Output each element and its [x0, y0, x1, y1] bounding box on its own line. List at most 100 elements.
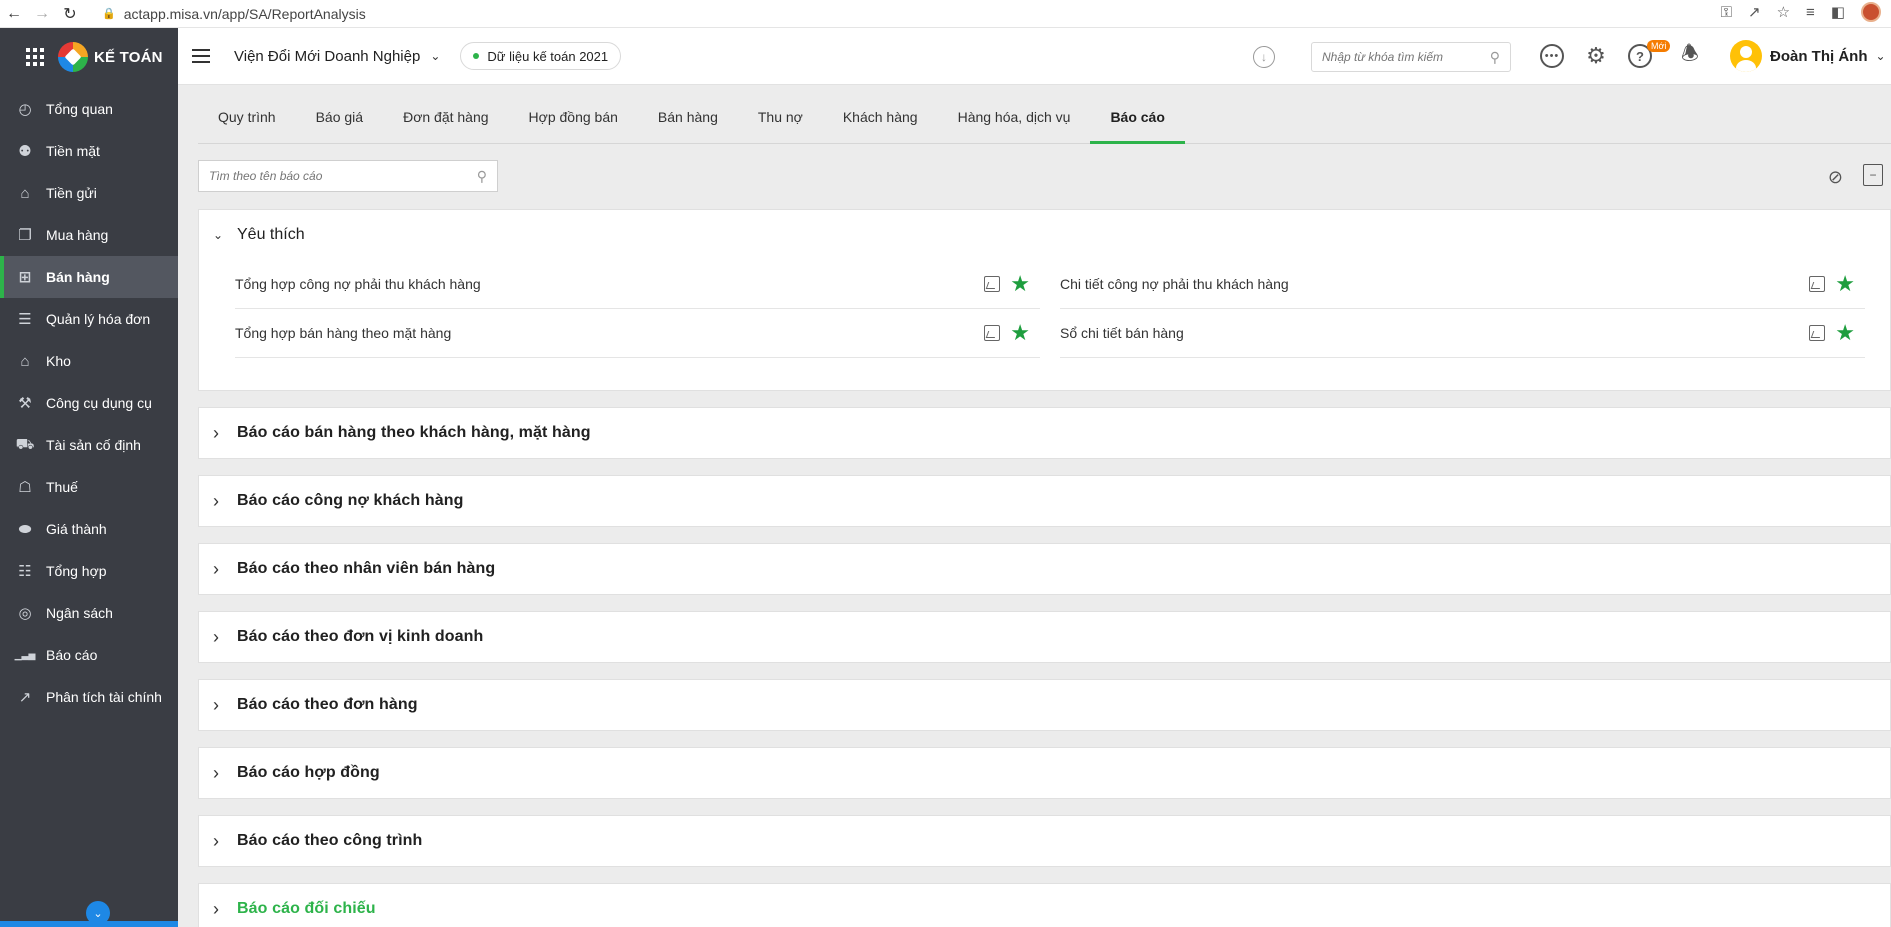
sidebar-item-15[interactable]: ↗ Phân tích tài chính [0, 676, 178, 718]
search-icon[interactable]: ⚲ [477, 168, 487, 185]
report-group-2[interactable]: › Báo cáo công nợ khách hàng [198, 475, 1891, 527]
forward-icon[interactable]: → [28, 0, 56, 28]
sidebar-item-label: Tiền gửi [46, 185, 97, 201]
star-icon[interactable]: ★ [1835, 322, 1855, 344]
purchase-icon: ❐ [18, 227, 32, 244]
favorite-actions: ★ [1809, 322, 1855, 344]
report-group-label: Báo cáo hợp đồng [237, 764, 380, 781]
sidebar-item-10[interactable]: ☖ Thuế [0, 466, 178, 508]
tab-1[interactable]: Quy trình [198, 103, 296, 144]
hide-eye-icon[interactable]: ⊘ [1828, 167, 1843, 188]
sidebar-item-label: Quản lý hóa đơn [46, 311, 151, 327]
report-group-5[interactable]: › Báo cáo theo đơn hàng [198, 679, 1891, 731]
bell-icon[interactable]: 🕭 [1678, 43, 1702, 68]
report-search: ⚲ [198, 160, 498, 192]
collapse-all-icon[interactable]: − [1863, 164, 1883, 186]
report-group-8[interactable]: › Báo cáo đối chiếu [198, 883, 1891, 927]
side-panel-icon[interactable]: ◧ [1831, 3, 1845, 21]
tab-8[interactable]: Hàng hóa, dịch vụ [938, 103, 1091, 144]
reading-list-icon[interactable]: ≡ [1806, 4, 1815, 21]
sidebar-item-13[interactable]: ◎ Ngân sách [0, 592, 178, 634]
sidebar-item-1[interactable]: ◴ Tổng quan [0, 88, 178, 130]
menu-icon[interactable] [192, 49, 210, 63]
sidebar-item-8[interactable]: ⚒ Công cụ dụng cụ [0, 382, 178, 424]
org-name: Viện Đổi Mới Doanh Nghiệp [234, 47, 421, 65]
report-group-1[interactable]: › Báo cáo bán hàng theo khách hàng, mặt h… [198, 407, 1891, 459]
report-group-7[interactable]: › Báo cáo theo công trình [198, 815, 1891, 867]
sidebar-item-3[interactable]: ⌂ Tiền gửi [0, 172, 178, 214]
report-group-4[interactable]: › Báo cáo theo đơn vị kinh doanh [198, 611, 1891, 663]
invoice-icon: ☰ [18, 311, 32, 328]
brand: KẾ TOÁN [0, 28, 178, 86]
report-search-input[interactable] [209, 169, 459, 183]
favorites-title: Yêu thích [237, 226, 305, 243]
cash-bag-icon: ⚉ [18, 143, 32, 160]
download-icon[interactable]: ↓ [1253, 46, 1275, 68]
chevron-right-icon: › [213, 558, 219, 579]
share-icon[interactable]: ↗ [1748, 3, 1761, 21]
sidebar-item-9[interactable]: ⛟ Tài sản cố định [0, 424, 178, 466]
gear-icon[interactable]: ⚙ [1584, 43, 1608, 68]
sidebar-item-label: Tổng hợp [46, 563, 107, 579]
tab-4[interactable]: Hợp đồng bán [509, 103, 638, 144]
sidebar-item-11[interactable]: ⬬ Giá thành [0, 508, 178, 550]
image-preview-icon[interactable] [984, 325, 1001, 341]
misa-logo-icon [58, 42, 88, 72]
favorite-report-label[interactable]: Chi tiết công nợ phải thu khách hàng [1060, 276, 1289, 292]
sidebar-item-5[interactable]: ⊞ Bán hàng [0, 256, 178, 298]
header-search-input[interactable] [1322, 50, 1482, 64]
cart-icon: ⊞ [18, 269, 32, 286]
sidebar-item-6[interactable]: ☰ Quản lý hóa đơn [0, 298, 178, 340]
tab-6[interactable]: Thu nợ [738, 103, 823, 144]
favorite-actions: ★ [984, 273, 1030, 295]
search-icon[interactable]: ⚲ [1490, 49, 1500, 66]
favorite-report-item[interactable]: Sổ chi tiết bán hàng ★ [1060, 309, 1865, 358]
sidebar-item-4[interactable]: ❐ Mua hàng [0, 214, 178, 256]
favorite-report-item[interactable]: Chi tiết công nợ phải thu khách hàng ★ [1060, 260, 1865, 309]
star-icon[interactable]: ★ [1010, 273, 1030, 295]
car-icon: ⛟ [15, 435, 35, 453]
brand-name: KẾ TOÁN [94, 48, 163, 66]
image-preview-icon[interactable] [1809, 325, 1826, 341]
chat-icon[interactable]: ••• [1540, 44, 1564, 68]
sidebar-item-7[interactable]: ⌂ Kho [0, 340, 178, 382]
warehouse-icon: ⌂ [20, 352, 30, 370]
user-menu[interactable]: Đoàn Thị Ánh ⌄ [1730, 40, 1886, 72]
profile-avatar[interactable] [1861, 2, 1881, 22]
sidebar-item-label: Ngân sách [46, 605, 113, 621]
star-icon[interactable]: ★ [1835, 273, 1855, 295]
report-panels: ⌄ Yêu thích Tổng hợp công nợ phải thu kh… [198, 209, 1891, 927]
favorites-header[interactable]: ⌄ Yêu thích [199, 210, 1890, 260]
star-icon[interactable]: ★ [1010, 322, 1030, 344]
sidebar-item-12[interactable]: ☷ Tổng hợp [0, 550, 178, 592]
favorite-report-label[interactable]: Tổng hợp bán hàng theo mặt hàng [235, 325, 451, 341]
bookmark-star-icon[interactable]: ☆ [1777, 3, 1790, 21]
data-set-selector[interactable]: Dữ liệu kế toán 2021 [460, 42, 622, 70]
report-group-6[interactable]: › Báo cáo hợp đồng [198, 747, 1891, 799]
key-icon[interactable]: ⚿ [1721, 4, 1732, 21]
tab-5[interactable]: Bán hàng [638, 103, 738, 144]
favorite-report-label[interactable]: Sổ chi tiết bán hàng [1060, 325, 1184, 341]
tab-3[interactable]: Đơn đặt hàng [383, 103, 508, 144]
favorite-report-label[interactable]: Tổng hợp công nợ phải thu khách hàng [235, 276, 481, 292]
org-selector[interactable]: Viện Đổi Mới Doanh Nghiệp ⌄ [234, 48, 440, 65]
summary-icon: ☷ [18, 563, 32, 580]
sidebar-item-label: Thuế [46, 479, 78, 495]
back-icon[interactable]: ← [0, 0, 28, 28]
tab-9[interactable]: Báo cáo [1090, 103, 1185, 144]
report-group-label: Báo cáo theo công trình [237, 832, 423, 849]
sidebar-item-14[interactable]: ▁▃▅ Báo cáo [0, 634, 178, 676]
favorite-report-item[interactable]: Tổng hợp bán hàng theo mặt hàng ★ [235, 309, 1040, 358]
favorite-report-item[interactable]: Tổng hợp công nợ phải thu khách hàng ★ [235, 260, 1040, 309]
address-bar[interactable]: 🔒 actapp.misa.vn/app/SA/ReportAnalysis [92, 1, 1652, 26]
chevron-down-icon[interactable]: ⌄ [86, 901, 110, 925]
tab-2[interactable]: Báo giá [296, 103, 383, 144]
reload-icon[interactable]: ↻ [56, 0, 84, 28]
sidebar-item-2[interactable]: ⚉ Tiền mặt [0, 130, 178, 172]
image-preview-icon[interactable] [1809, 276, 1826, 292]
apps-grid-icon[interactable] [26, 48, 44, 66]
tab-7[interactable]: Khách hàng [823, 103, 938, 144]
image-preview-icon[interactable] [984, 276, 1001, 292]
report-group-3[interactable]: › Báo cáo theo nhân viên bán hàng [198, 543, 1891, 595]
chevron-right-icon: › [213, 490, 219, 511]
